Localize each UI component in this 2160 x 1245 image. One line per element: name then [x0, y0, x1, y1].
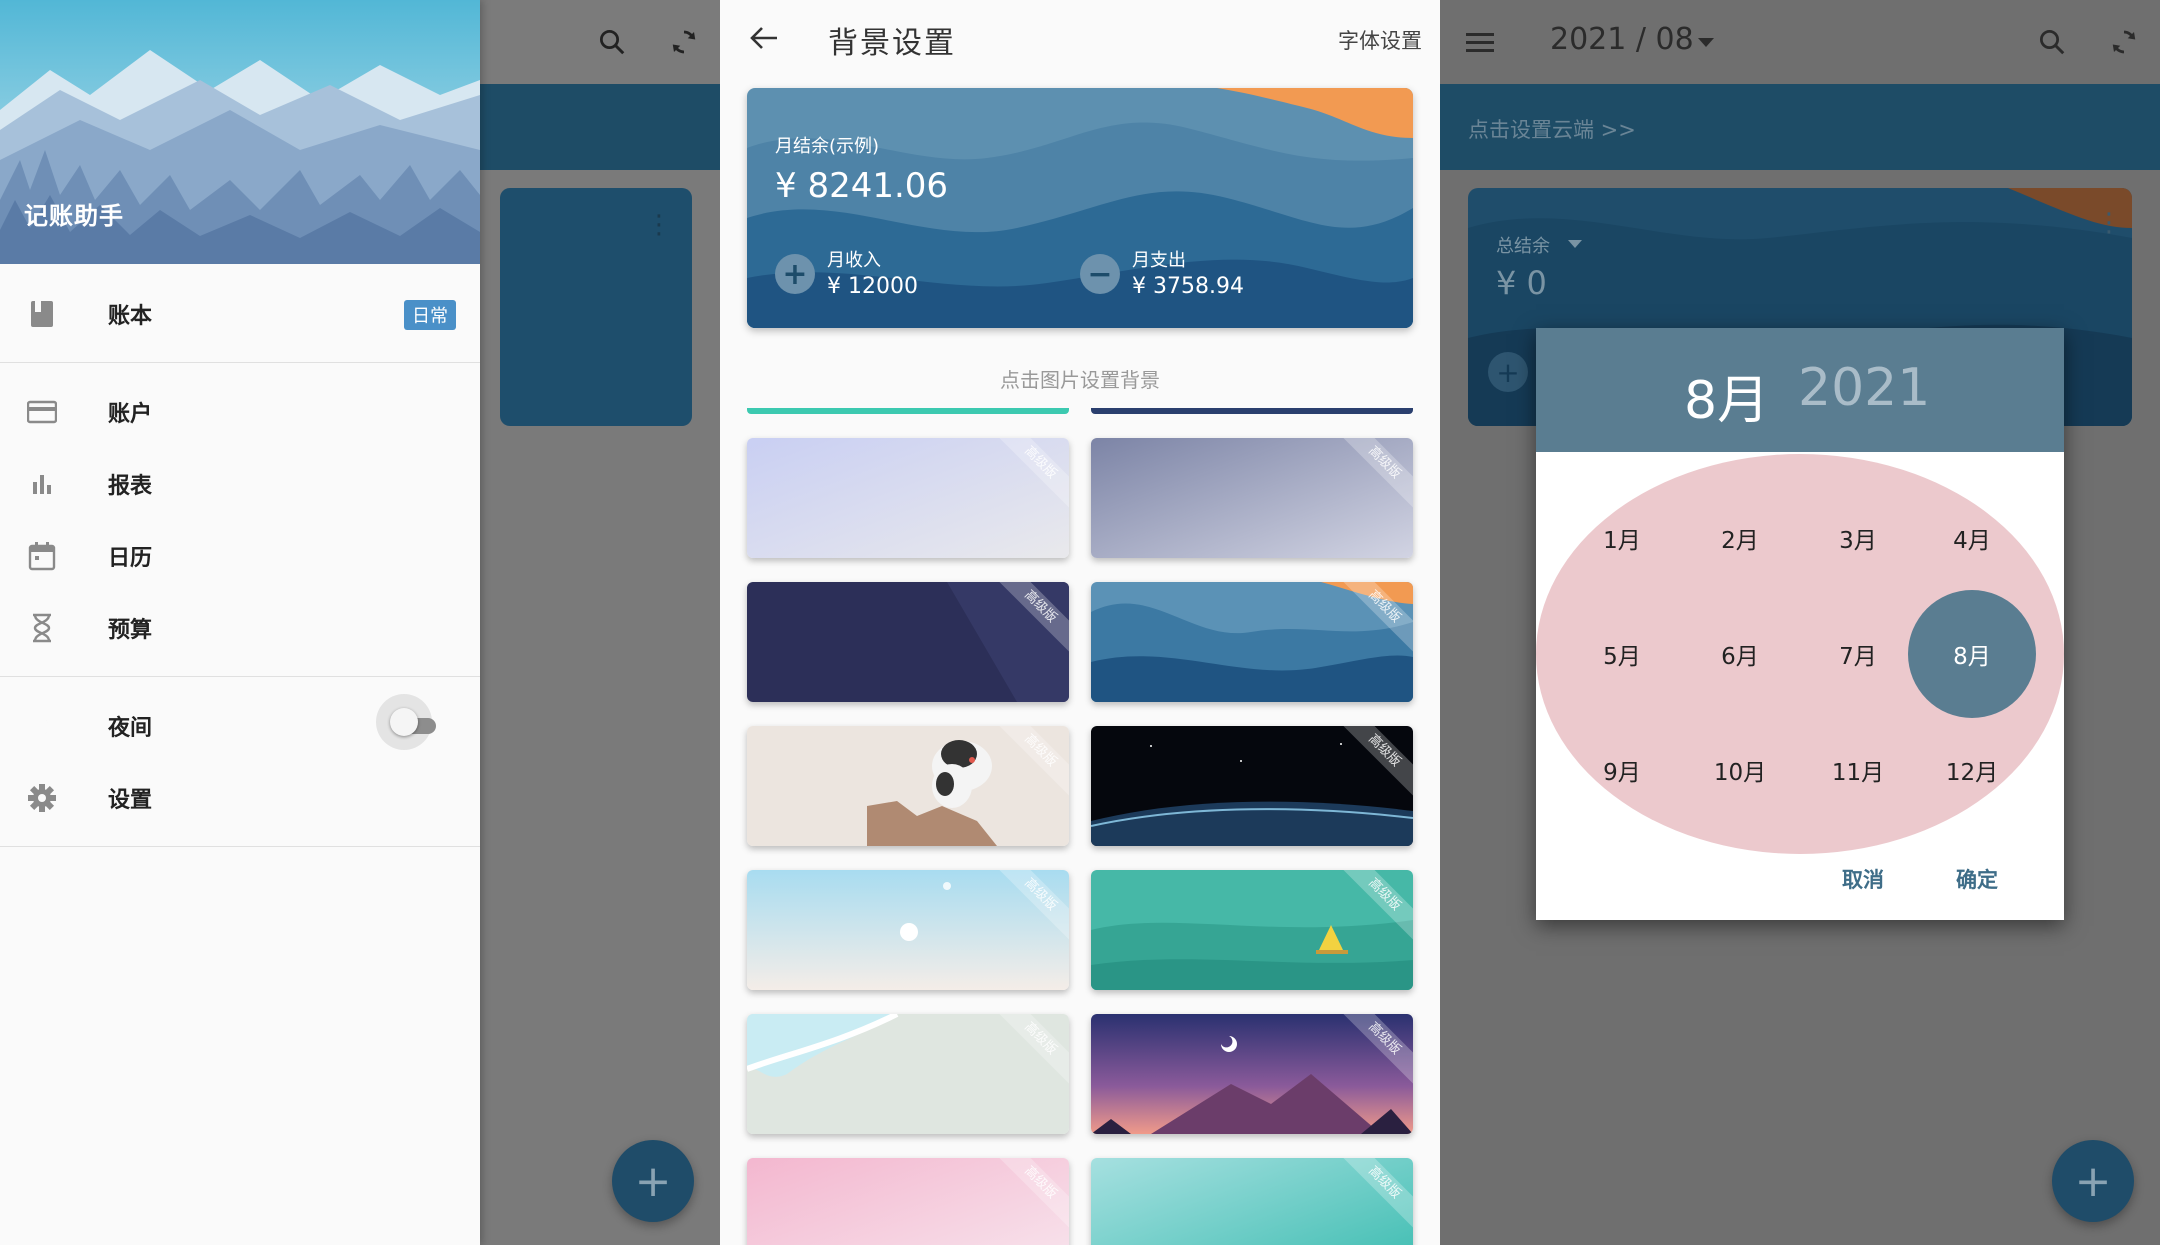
drawer-item-label: 报表 [108, 474, 153, 499]
font-settings-button[interactable]: 字体设置 [1338, 25, 1422, 55]
toolbar: 背景设置 字体设置 [720, 0, 1440, 76]
background-thumb-slate[interactable]: 高级版 [1091, 438, 1413, 558]
selected-month[interactable]: 8月 [1684, 358, 1769, 433]
sync-icon[interactable] [662, 20, 706, 64]
bar-chart-icon [26, 468, 58, 500]
divider [0, 676, 480, 677]
drawer-header: 记账助手 [0, 0, 480, 264]
cloud-settings-link[interactable]: 点击设置云端 >> [1468, 114, 1636, 144]
drawer-item-label: 账户 [108, 402, 153, 427]
drawer-item-ledger[interactable]: 账本 日常 [0, 278, 480, 350]
preview-card: 月结余(示例) ¥ 8241.06 + 月收入 ¥ 12000 − 月支出 ¥ … [747, 88, 1413, 328]
drawer-item-reports[interactable]: 报表 [0, 448, 480, 520]
app-title: 记账助手 [24, 202, 124, 230]
background-thumb-blue-hills[interactable]: 高级版 [1091, 582, 1413, 702]
month-option[interactable]: 2月 [1681, 508, 1799, 568]
expense-label: 月支出 [1132, 250, 1186, 271]
drawer-item-settings[interactable]: 设置 [0, 762, 480, 834]
background-thumb-pink[interactable]: 高级版 [747, 1158, 1069, 1245]
drawer-item-label: 设置 [108, 788, 153, 813]
background-thumb-sailboat[interactable]: 高级版 [1091, 870, 1413, 990]
moon-icon [26, 710, 58, 742]
thumb-edge [747, 408, 1069, 414]
drawer-item-label: 预算 [108, 618, 153, 643]
balance-label: 月结余(示例) [775, 136, 880, 157]
menu-icon[interactable] [1458, 20, 1502, 64]
balance-value: ¥ 8241.06 [775, 166, 949, 206]
background-thumb-cat[interactable]: 高级版 [747, 726, 1069, 846]
drawer-item-budget[interactable]: 预算 [0, 592, 480, 664]
thumb-edge [1091, 408, 1413, 414]
month-option[interactable]: 3月 [1799, 508, 1917, 568]
background-thumb-teal[interactable]: 高级版 [1091, 1158, 1413, 1245]
background-thumb-navy[interactable]: 高级版 [747, 582, 1069, 702]
calendar-icon [26, 540, 58, 572]
screen-navigation-drawer: ⋮ + 记账助手 账本 日常 账户 报表 日历 预算 夜间 设置 [0, 0, 720, 1245]
divider [0, 846, 480, 847]
page-title: 背景设置 [828, 26, 956, 61]
book-icon [26, 298, 58, 330]
search-icon[interactable] [2030, 20, 2074, 64]
background-thumb-night-mountain[interactable]: 高级版 [1091, 1014, 1413, 1134]
cancel-button[interactable]: 取消 [1842, 864, 1884, 894]
more-vert-icon[interactable]: ⋮ [2096, 208, 2122, 238]
ledger-badge: 日常 [404, 300, 456, 330]
chevron-down-icon [1698, 38, 1714, 47]
hourglass-icon [26, 612, 58, 644]
month-option[interactable]: 9月 [1563, 740, 1681, 800]
navigation-drawer: 记账助手 账本 日常 账户 报表 日历 预算 夜间 设置 [0, 0, 480, 1245]
search-icon[interactable] [590, 20, 634, 64]
add-fab-button[interactable]: + [2052, 1140, 2134, 1222]
total-balance-label[interactable]: 总结余 [1496, 232, 1550, 258]
toolbar: 2021 / 08 [1440, 0, 2160, 84]
plus-circle-icon: + [1488, 352, 1528, 392]
drawer-item-accounts[interactable]: 账户 [0, 376, 480, 448]
month-option[interactable]: 4月 [1913, 508, 2031, 568]
background-thumb-earth-space[interactable]: 高级版 [1091, 726, 1413, 846]
back-arrow-icon[interactable] [742, 18, 786, 58]
dialog-header: 8月 2021 [1536, 328, 2064, 452]
background-thumb-sky[interactable]: 高级版 [747, 870, 1069, 990]
month-option[interactable]: 5月 [1563, 624, 1681, 684]
drawer-item-label: 账本 [108, 304, 153, 329]
selected-year[interactable]: 2021 [1798, 358, 1930, 418]
night-mode-toggle[interactable] [376, 694, 440, 758]
sync-icon[interactable] [2102, 20, 2146, 64]
divider [0, 362, 480, 363]
more-vert-icon: ⋮ [646, 210, 672, 240]
drawer-item-label: 日历 [108, 546, 153, 571]
credit-card-icon [26, 396, 58, 428]
minus-circle-icon: − [1080, 254, 1120, 294]
screen-month-picker: 2021 / 08 点击设置云端 >> 总结余 ¥ 0 ⋮ + + 8月 202… [1440, 0, 2160, 1245]
month-option[interactable]: 1月 [1563, 508, 1681, 568]
month-option[interactable]: 12月 [1913, 740, 2031, 800]
income-label: 月收入 [827, 250, 881, 271]
month-option-selected[interactable]: 8月 [1913, 624, 2031, 684]
month-option[interactable]: 7月 [1799, 624, 1917, 684]
drawer-item-calendar[interactable]: 日历 [0, 520, 480, 592]
month-selector[interactable]: 2021 / 08 [1550, 22, 1694, 57]
background-thumb-lavender[interactable]: 高级版 [747, 438, 1069, 558]
drawer-item-night-mode[interactable]: 夜间 [0, 690, 480, 762]
total-balance-value: ¥ 0 [1496, 264, 1547, 302]
expense-value: ¥ 3758.94 [1132, 274, 1244, 299]
confirm-button[interactable]: 确定 [1956, 864, 1998, 894]
hint-text: 点击图片设置背景 [1000, 368, 1160, 392]
month-option[interactable]: 11月 [1799, 740, 1917, 800]
background-thumb-shore[interactable]: 高级版 [747, 1014, 1069, 1134]
gear-icon [26, 782, 58, 814]
screen-background-settings: 背景设置 字体设置 月结余(示例) ¥ 8241.06 + 月收入 ¥ 1200… [720, 0, 1440, 1245]
drawer-item-label: 夜间 [108, 716, 153, 741]
add-fab-button[interactable]: + [612, 1140, 694, 1222]
background-card: ⋮ [500, 188, 692, 426]
month-option[interactable]: 6月 [1681, 624, 1799, 684]
month-option[interactable]: 10月 [1681, 740, 1799, 800]
plus-circle-icon: + [775, 254, 815, 294]
toggle-knob [390, 708, 418, 736]
income-value: ¥ 12000 [827, 274, 918, 299]
month-picker-dialog: 8月 2021 1月 2月 3月 4月 5月 6月 7月 8月 9月 10月 1… [1536, 328, 2064, 920]
chevron-down-icon [1568, 240, 1582, 248]
